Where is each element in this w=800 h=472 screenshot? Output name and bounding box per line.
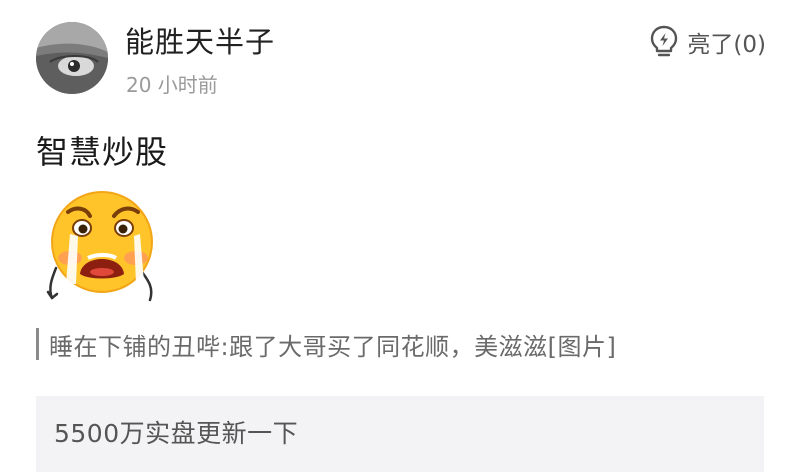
reply-preview-box[interactable]: 5500万实盘更新一下 <box>36 396 764 472</box>
quote-text: 睡在下铺的丑哔:跟了大哥买了同花顺，美滋滋[图片] <box>49 332 617 361</box>
like-count: 亮了(0) <box>687 32 766 58</box>
avatar[interactable] <box>36 22 108 94</box>
crying-face-emoji <box>44 188 164 310</box>
timestamp: 20 小时前 <box>126 73 218 97</box>
lightbulb-icon <box>649 25 679 59</box>
comment-text: 智慧炒股 <box>36 133 169 171</box>
username[interactable]: 能胜天半子 <box>125 22 275 62</box>
quoted-reply[interactable]: 睡在下铺的丑哔:跟了大哥买了同花顺，美滋滋[图片] <box>36 322 776 366</box>
quote-bar <box>36 328 39 360</box>
like-button[interactable]: 亮了(0) <box>649 22 766 62</box>
avatar-image <box>36 22 108 94</box>
comment-card: 能胜天半子 20 小时前 亮了(0) 智慧炒股 睡在下铺的丑哔:跟了大哥买了同花… <box>0 0 800 472</box>
reply-preview-text: 5500万实盘更新一下 <box>54 419 299 448</box>
